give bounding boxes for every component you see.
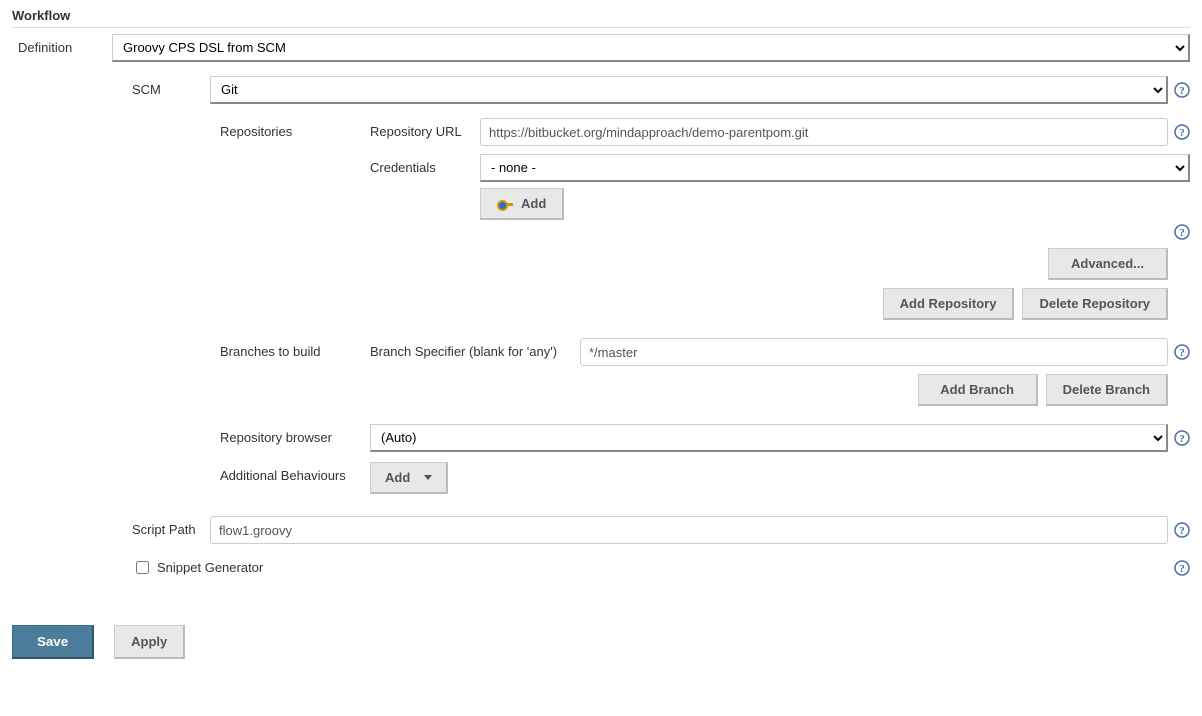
add-behaviour-label: Add	[385, 470, 410, 485]
scm-select[interactable]: Git	[210, 76, 1168, 104]
apply-button[interactable]: Apply	[114, 625, 185, 659]
add-branch-button[interactable]: Add Branch	[918, 374, 1038, 406]
additional-behaviours-label: Additional Behaviours	[220, 462, 370, 483]
repo-url-label: Repository URL	[370, 118, 480, 139]
repo-browser-label: Repository browser	[220, 424, 370, 445]
branches-label: Branches to build	[220, 338, 370, 359]
script-path-label: Script Path	[132, 516, 210, 537]
help-icon[interactable]	[1174, 124, 1190, 140]
help-icon[interactable]	[1174, 430, 1190, 446]
branch-specifier-label: Branch Specifier (blank for 'any')	[370, 338, 580, 359]
definition-select[interactable]: Groovy CPS DSL from SCM	[112, 34, 1190, 62]
help-icon[interactable]	[1174, 82, 1190, 98]
branch-specifier-input[interactable]	[580, 338, 1168, 366]
add-credential-label: Add	[521, 196, 546, 211]
snippet-generator-checkbox[interactable]	[136, 561, 149, 574]
save-button[interactable]: Save	[12, 625, 94, 659]
key-icon	[497, 199, 513, 209]
add-behaviour-button[interactable]: Add	[370, 462, 448, 494]
help-icon[interactable]	[1174, 560, 1190, 576]
credentials-select[interactable]: - none -	[480, 154, 1190, 182]
add-repository-button[interactable]: Add Repository	[883, 288, 1015, 320]
section-title: Workflow	[12, 8, 1190, 28]
script-path-input[interactable]	[210, 516, 1168, 544]
add-credential-button[interactable]: Add	[480, 188, 564, 220]
repositories-label: Repositories	[220, 118, 370, 139]
repo-browser-select[interactable]: (Auto)	[370, 424, 1168, 452]
credentials-label: Credentials	[370, 154, 480, 175]
repo-url-input[interactable]	[480, 118, 1168, 146]
delete-branch-button[interactable]: Delete Branch	[1046, 374, 1168, 406]
snippet-generator-label: Snippet Generator	[157, 560, 263, 575]
help-icon[interactable]	[1174, 522, 1190, 538]
definition-label: Definition	[12, 34, 112, 55]
help-icon[interactable]	[1174, 344, 1190, 360]
advanced-button[interactable]: Advanced...	[1048, 248, 1168, 280]
delete-repository-button[interactable]: Delete Repository	[1022, 288, 1168, 320]
help-icon[interactable]	[1174, 224, 1190, 240]
scm-label: SCM	[132, 76, 210, 97]
chevron-down-icon	[424, 475, 432, 480]
